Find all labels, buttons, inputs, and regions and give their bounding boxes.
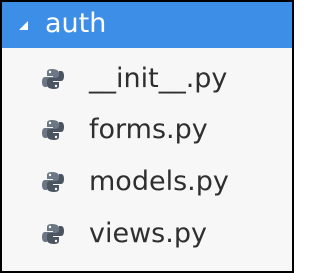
python-file-icon	[42, 68, 64, 90]
file-label: forms.py	[89, 114, 208, 145]
python-file-icon	[42, 171, 64, 193]
tree-file-views[interactable]: views.py	[2, 209, 292, 259]
file-label: views.py	[89, 218, 207, 249]
project-tree-panel: auth __init__.py forms.py models.py view…	[0, 0, 294, 273]
python-file-icon	[42, 119, 64, 141]
python-file-icon	[42, 223, 64, 245]
file-label: models.py	[89, 166, 229, 197]
file-label: __init__.py	[89, 63, 228, 94]
expanded-arrow-icon[interactable]	[19, 21, 28, 30]
folder-label: auth	[45, 8, 107, 39]
tree-folder-auth[interactable]: auth	[2, 2, 292, 48]
tree-file-forms[interactable]: forms.py	[2, 105, 292, 155]
tree-file-models[interactable]: models.py	[2, 157, 292, 207]
tree-file-init[interactable]: __init__.py	[2, 54, 292, 104]
